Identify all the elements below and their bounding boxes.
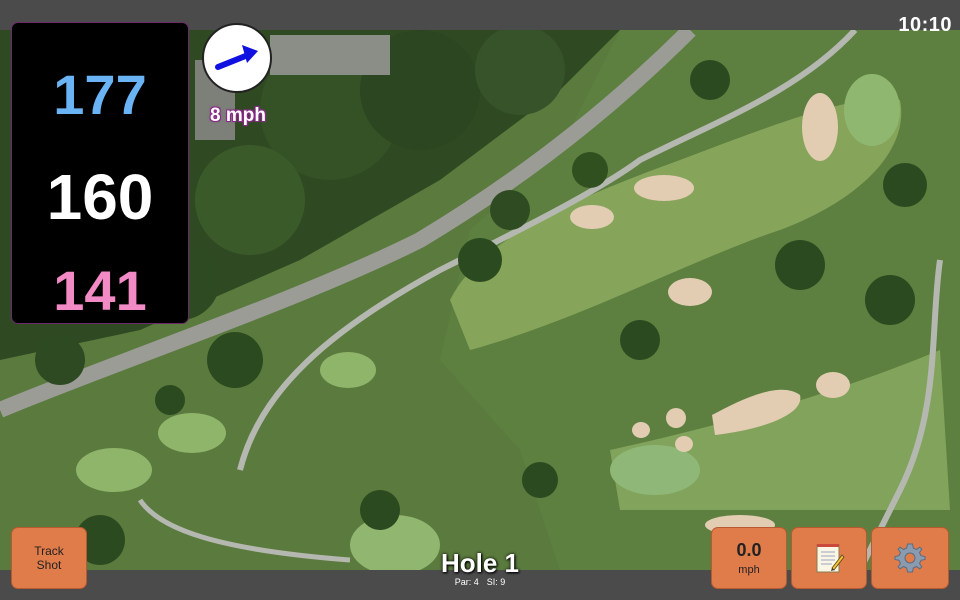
notes-button[interactable] — [792, 528, 866, 588]
wind-arrow-icon — [215, 45, 258, 70]
hole-title: Hole 1 — [440, 548, 520, 578]
back-distance: 177 — [53, 63, 147, 126]
front-distance: 141 — [53, 259, 147, 322]
par-label: Par: 4 — [454, 577, 479, 587]
distance-panel: 177 160 141 — [12, 23, 188, 323]
clock: 10:10 — [898, 14, 952, 36]
hole-info: Hole 1 Par: 4 SI: 9 — [380, 549, 580, 587]
middle-distance: 160 — [46, 161, 154, 233]
speed-button[interactable]: 0.0 mph — [712, 528, 786, 588]
notepad-icon — [816, 544, 845, 573]
wind-direction-indicator — [202, 23, 272, 93]
track-shot-button[interactable]: Track Shot — [12, 528, 86, 588]
wind-speed-label: 8 mph — [210, 105, 266, 126]
track-shot-label-line2: Shot — [36, 558, 62, 572]
stroke-index-label: SI: 9 — [486, 577, 506, 587]
hole-details: Par: 4 SI: 9 — [380, 577, 580, 587]
speed-unit: mph — [738, 564, 760, 576]
settings-button[interactable] — [872, 528, 948, 588]
track-shot-label-line1: Track — [34, 544, 64, 558]
speed-value: 0.0 — [736, 540, 762, 560]
gear-icon — [894, 543, 926, 573]
